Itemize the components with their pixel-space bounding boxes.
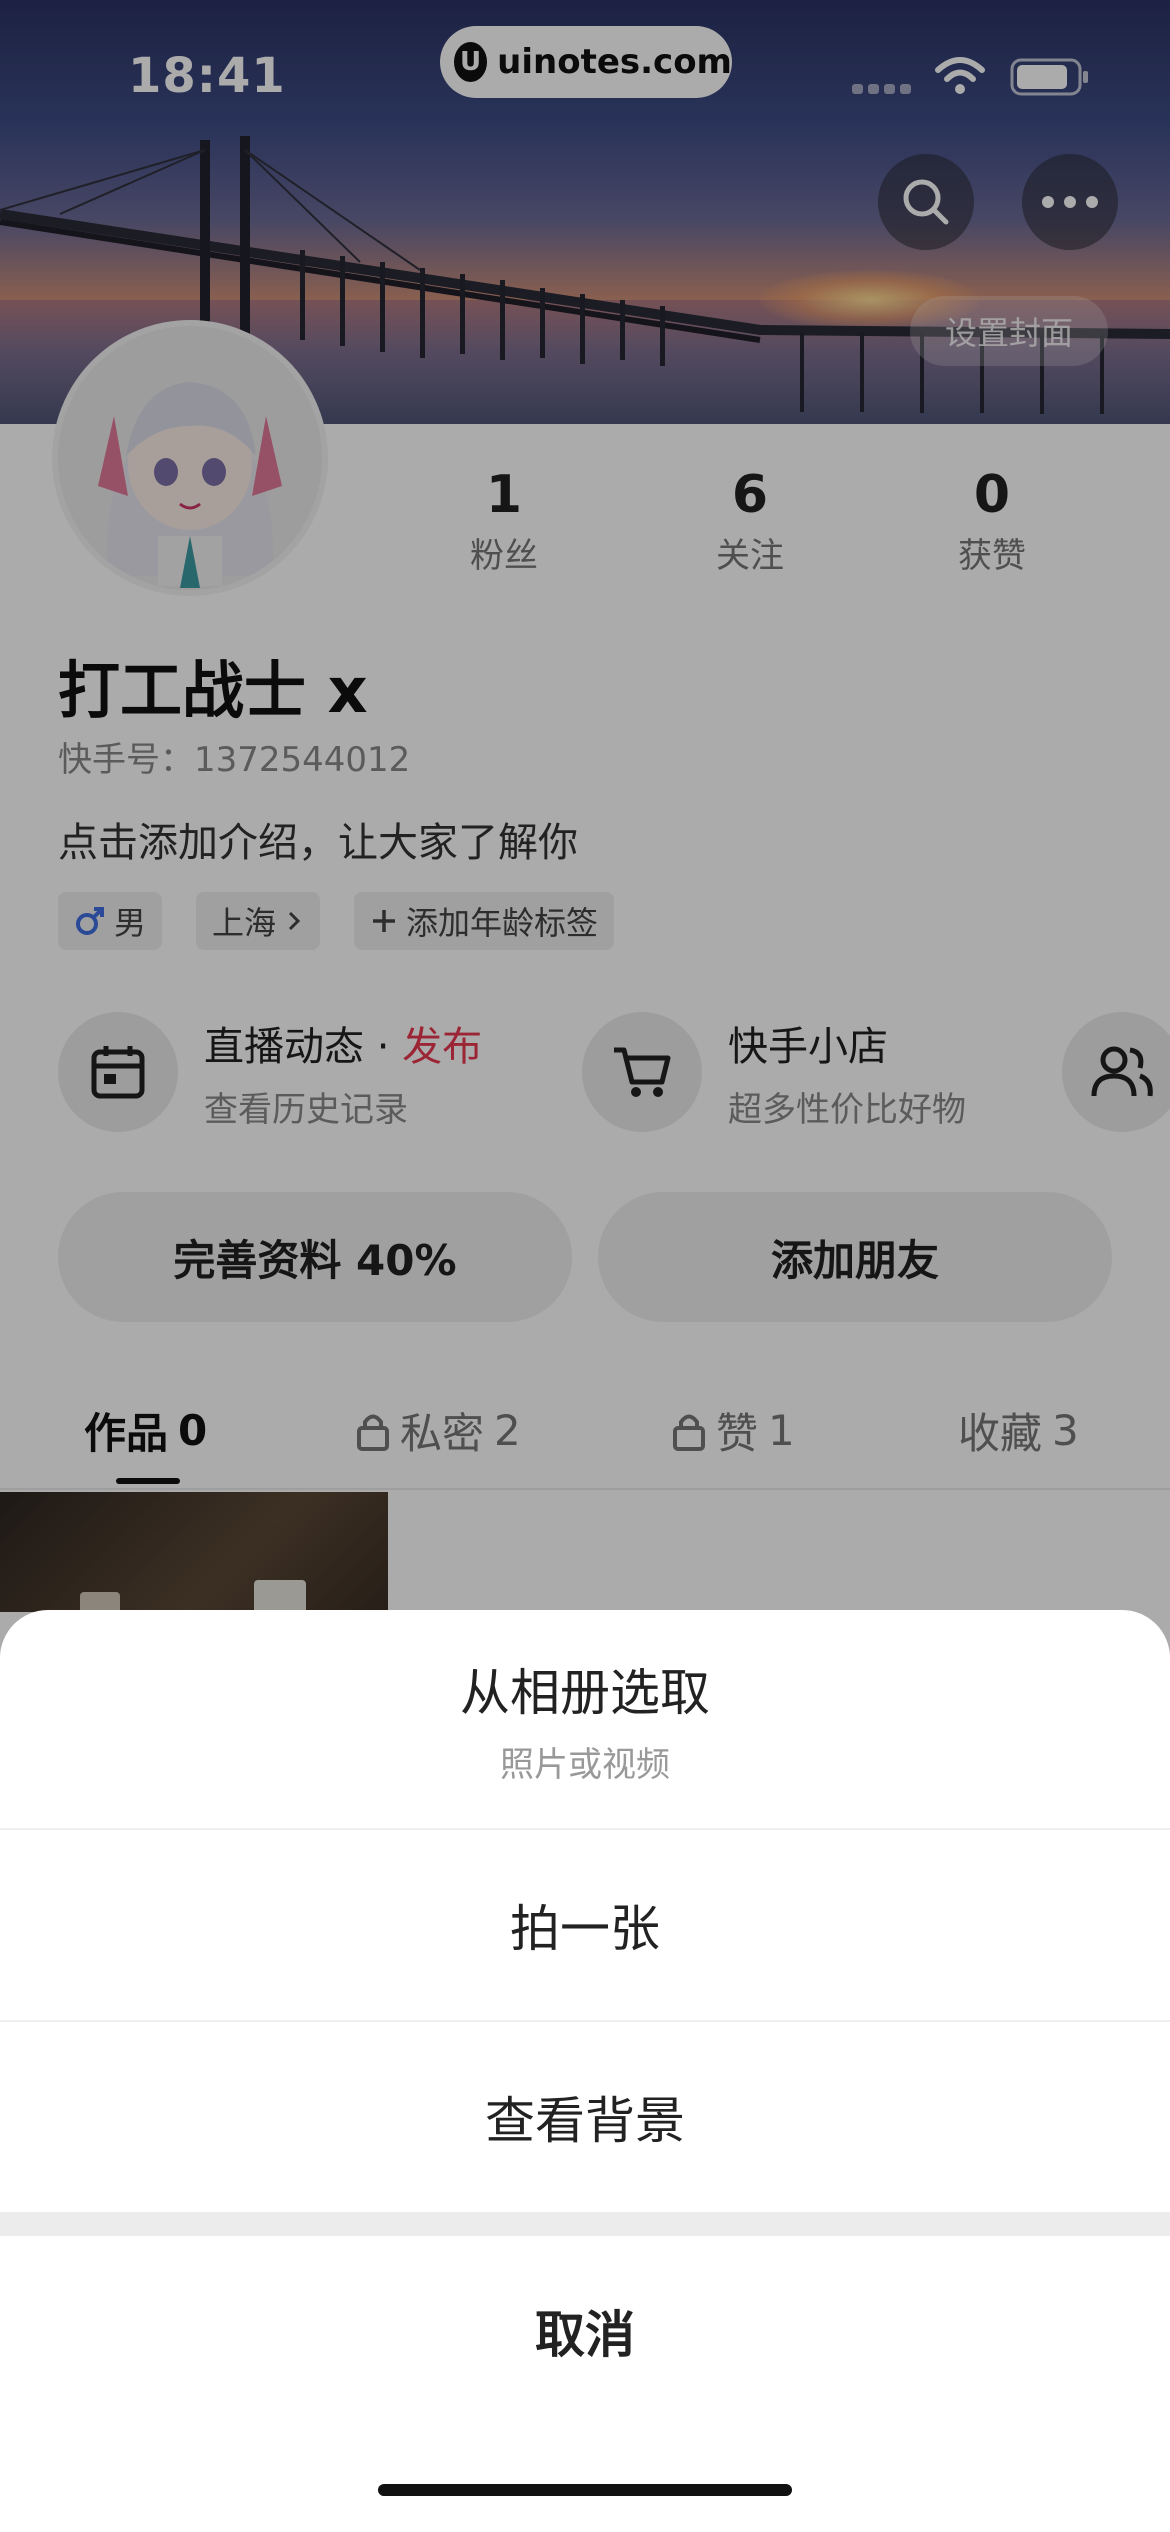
cancel-button[interactable]: 取消 (0, 2236, 1170, 2426)
option-label: 取消 (535, 2306, 635, 2364)
view-background-option[interactable]: 查看背景 (0, 2022, 1170, 2212)
sheet-gap (0, 2212, 1170, 2236)
home-indicator[interactable] (378, 2484, 792, 2496)
option-label: 查看背景 (485, 2092, 685, 2150)
action-sheet: 从相册选取 照片或视频 拍一张 查看背景 取消 (0, 1610, 1170, 2532)
option-sublabel: 照片或视频 (500, 1744, 670, 1785)
profile-screen: 18:41 U uinotes.com 设置封面 1 粉丝 6 关注 0 获赞 … (0, 0, 1170, 2532)
take-photo-option[interactable]: 拍一张 (0, 1830, 1170, 2020)
option-label: 从相册选取 (460, 1663, 710, 1722)
option-label: 拍一张 (510, 1900, 660, 1958)
choose-from-album-option[interactable]: 从相册选取 照片或视频 (0, 1610, 1170, 1828)
